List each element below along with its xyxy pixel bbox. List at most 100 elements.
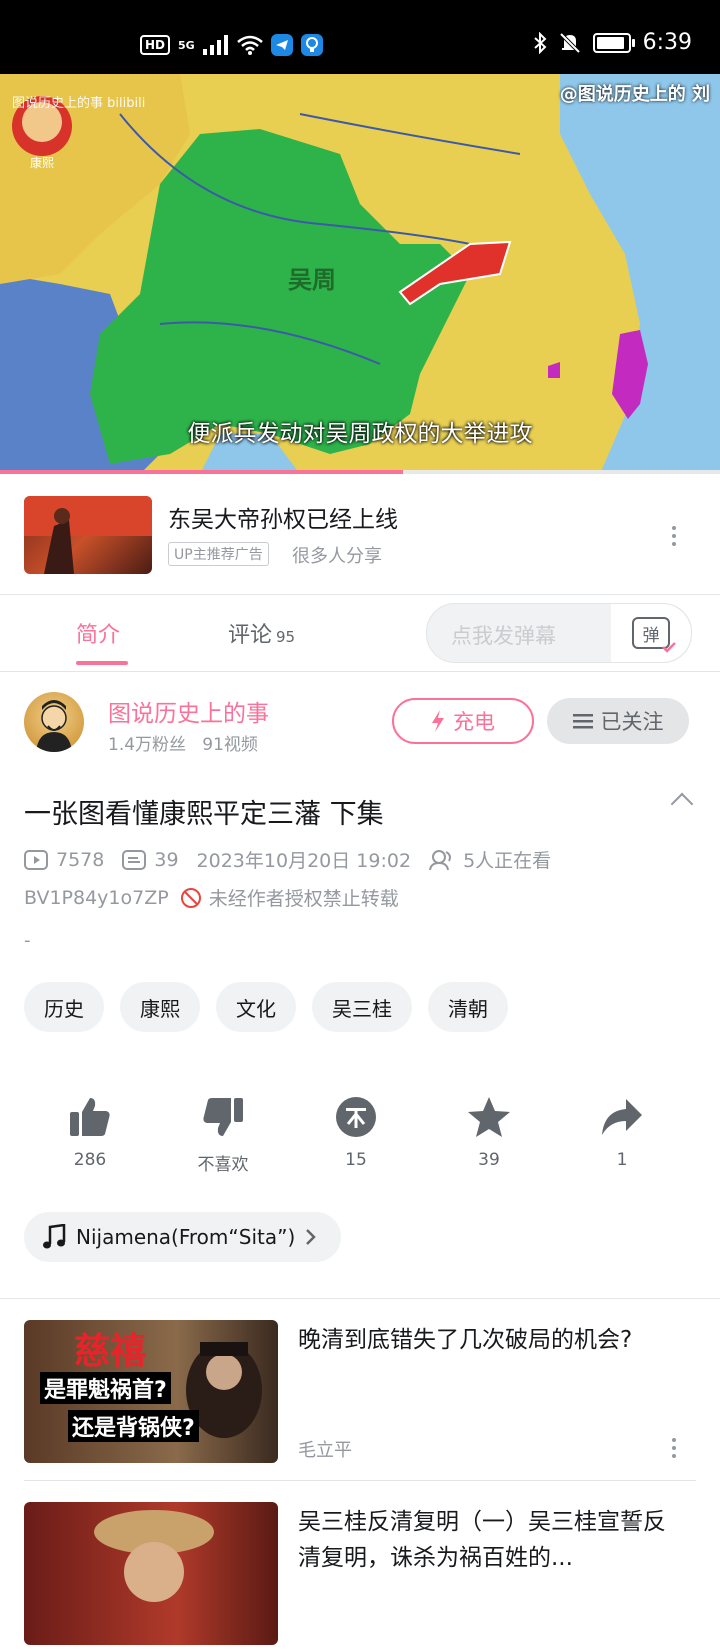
publish-date: 2023年10月20日 19:02 xyxy=(196,850,412,872)
dislike-label: 不喜欢 xyxy=(197,1155,249,1175)
avatar[interactable] xyxy=(24,692,84,752)
danmu-placeholder: 点我发弹幕 xyxy=(451,624,556,648)
charge-label: 充电 xyxy=(453,710,495,734)
hd-icon: HD xyxy=(140,35,171,55)
wifi-icon xyxy=(236,35,263,55)
favorite-count: 39 xyxy=(478,1150,500,1170)
viewers-icon xyxy=(429,849,452,870)
thumb-text-1: 慈禧 xyxy=(74,1330,147,1372)
recommend-title: 晚清到底错失了几次破局的机会? xyxy=(298,1327,633,1353)
video-subtitle: 便派兵发动对吴周政权的大举进攻 xyxy=(187,421,533,447)
coin-icon xyxy=(336,1097,376,1137)
tab-bar: 简介 评论 95 点我发弹幕 弹 xyxy=(0,594,720,672)
map-region-label: 吴周 xyxy=(288,266,336,294)
like-button[interactable]: 286 xyxy=(45,1092,135,1170)
danmu-icon-char: 弹 xyxy=(642,625,660,646)
music-title: Nijamena(From“Sita”) xyxy=(76,1225,296,1249)
thumb-text-3: 还是背锅侠? xyxy=(68,1410,199,1442)
share-count: 1 xyxy=(616,1150,628,1170)
lightbulb-app-icon xyxy=(300,34,323,56)
action-bar: 286 不喜欢 15 39 1 xyxy=(24,1092,690,1182)
watching-count: 5人正在看 xyxy=(463,850,552,872)
menu-icon xyxy=(572,714,593,729)
recommend-thumbnail xyxy=(24,1502,278,1645)
thumbs-down-icon xyxy=(203,1098,243,1136)
favorite-button[interactable]: 39 xyxy=(444,1092,534,1170)
clock: 6:39 xyxy=(642,30,692,55)
share-button[interactable]: 1 xyxy=(577,1092,667,1170)
ad-banner[interactable]: 东吴大帝孙权已经上线 UP主推荐广告 很多人分享 xyxy=(0,478,720,592)
video-watermark-left: 图说历史上的事 bilibili xyxy=(12,96,146,111)
video-meta: 7578 39 2023年10月20日 19:02 5人正在看 xyxy=(24,846,551,873)
danmaku-count: 39 xyxy=(154,848,179,871)
bvid[interactable]: BV1P84y1o7ZP xyxy=(24,887,169,909)
author-videos: 91视频 xyxy=(202,735,258,755)
coin-count: 15 xyxy=(345,1150,367,1170)
ad-title: 东吴大帝孙权已经上线 xyxy=(168,507,398,533)
author-name[interactable]: 图说历史上的事 xyxy=(108,694,269,728)
thumb-text-2: 是罪魁祸首? xyxy=(40,1372,171,1404)
mute-bell-icon xyxy=(559,32,581,53)
follow-label: 已关注 xyxy=(600,710,664,734)
tag-pill[interactable]: 清朝 xyxy=(428,982,508,1032)
author-stats: 1.4万粉丝 91视频 xyxy=(108,730,258,755)
author-row: 图说历史上的事 1.4万粉丝 91视频 充电 已关注 xyxy=(0,690,720,760)
author-fans: 1.4万粉丝 xyxy=(108,735,187,755)
tag-pill[interactable]: 历史 xyxy=(24,982,104,1032)
collapse-chevron-icon[interactable] xyxy=(670,792,694,816)
ad-thumbnail xyxy=(24,496,152,574)
ad-share-text: 很多人分享 xyxy=(292,546,382,567)
music-chip[interactable]: Nijamena(From“Sita”) xyxy=(24,1212,342,1262)
tab-comments-label: 评论 xyxy=(228,623,273,648)
danmu-button[interactable]: 弹 xyxy=(611,604,691,662)
share-arrow-icon xyxy=(602,1099,642,1135)
status-left: HD 5G xyxy=(140,34,323,56)
video-title: 一张图看懂康熙平定三藩 下集 xyxy=(24,799,384,830)
status-right: 6:39 xyxy=(533,30,692,55)
tag-pill[interactable]: 吴三桂 xyxy=(312,982,412,1032)
no-repost-icon xyxy=(180,887,201,908)
coin-button[interactable]: 15 xyxy=(311,1092,401,1170)
signal-icon xyxy=(202,35,228,55)
recommend-divider xyxy=(24,1480,696,1481)
play-count: 7578 xyxy=(56,848,105,871)
copyright-notice: 未经作者授权禁止转载 xyxy=(208,888,399,910)
battery-icon xyxy=(592,32,635,53)
tag-list: 历史 康熙 文化 吴三桂 清朝 xyxy=(24,982,508,1032)
ad-tag: UP主推荐广告 xyxy=(168,542,269,566)
recommend-uploader: 毛立平 xyxy=(298,1440,352,1461)
video-description: - xyxy=(24,930,31,951)
like-count: 286 xyxy=(73,1150,107,1170)
follow-button[interactable]: 已关注 xyxy=(547,698,689,744)
tag-pill[interactable]: 康熙 xyxy=(120,982,200,1032)
dislike-button[interactable]: 不喜欢 xyxy=(178,1092,268,1175)
section-divider xyxy=(0,1298,720,1299)
music-note-icon xyxy=(43,1224,66,1249)
charge-button[interactable]: 充电 xyxy=(392,698,534,744)
video-progress-bar[interactable] xyxy=(0,470,720,474)
danmaku-count-icon xyxy=(122,849,147,870)
tag-pill[interactable]: 文化 xyxy=(216,982,296,1032)
lightning-icon xyxy=(432,710,444,732)
danmu-input[interactable]: 点我发弹幕 弹 xyxy=(426,603,692,663)
recommend-item[interactable]: 吴三桂反清复明（一）吴三桂宣誓反清复明，诛杀为祸百姓的... xyxy=(0,1502,720,1652)
tab-comments[interactable]: 评论 95 xyxy=(228,617,295,649)
recommend-item[interactable]: 慈禧 是罪魁祸首? 还是背锅侠? 晚清到底错失了几次破局的机会? 毛立平 xyxy=(0,1320,720,1470)
status-bar: HD 5G 6:39 xyxy=(0,0,720,74)
tab-intro[interactable]: 简介 xyxy=(76,617,120,649)
telegram-icon xyxy=(270,34,293,56)
progress-fill xyxy=(0,470,404,474)
play-count-icon xyxy=(24,849,48,870)
overlay-char: 刘 xyxy=(692,84,710,105)
comments-count: 95 xyxy=(276,628,296,646)
recommend-thumbnail: 慈禧 是罪魁祸首? 还是背锅侠? xyxy=(24,1320,278,1463)
star-icon xyxy=(468,1097,510,1137)
recommend-more-icon[interactable] xyxy=(672,1438,676,1458)
watermark-text: @图说历史上的 xyxy=(559,84,686,105)
video-meta-2: BV1P84y1o7ZP 未经作者授权禁止转载 xyxy=(24,884,399,911)
recommend-title: 吴三桂反清复明（一）吴三桂宣誓反清复明，诛杀为祸百姓的... xyxy=(298,1509,666,1571)
ad-more-icon[interactable] xyxy=(672,526,676,546)
tab-active-indicator xyxy=(76,661,128,665)
video-player[interactable]: 图说历史上的事 bilibili @图说历史上的 刘 康熙 吴周 便派兵发动对吴… xyxy=(0,74,720,474)
network-type: 5G xyxy=(178,38,195,52)
